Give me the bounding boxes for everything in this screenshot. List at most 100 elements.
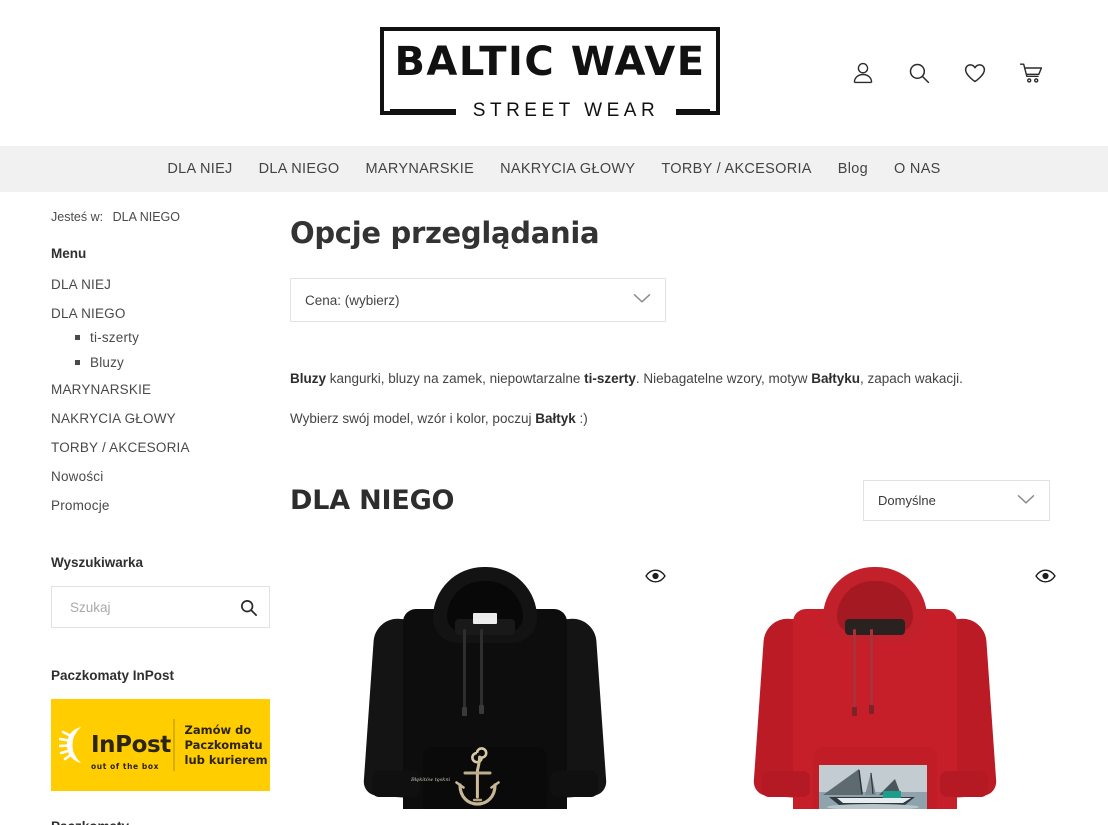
nav-item-torby-akcesoria[interactable]: TORBY / AKCESORIA: [648, 161, 824, 177]
main-content: Opcje przeglądania Cena: (wybierz) Bluzy…: [290, 192, 1108, 809]
cart-icon[interactable]: [1014, 56, 1048, 90]
product-grid: Błękitów tęskni: [290, 549, 1056, 809]
search-icon[interactable]: [902, 56, 936, 90]
nav-item-dla-niego[interactable]: DLA NIEGO: [246, 161, 353, 177]
quickview-eye-icon[interactable]: [1034, 565, 1056, 587]
desc1-part5: , zapach wakacji.: [860, 371, 963, 386]
desc1-part1: kangurki, bluzy na zamek, niepowtarzalne: [326, 371, 585, 386]
price-filter-select[interactable]: Cena: (wybierz): [290, 278, 666, 322]
desc2-part0: Wybierz swój model, wzór i kolor, poczuj: [290, 411, 536, 426]
search-icon: [240, 599, 257, 616]
site-header: BALTIC WAVE STREET WEAR: [0, 0, 1108, 146]
inpost-message-line1: Zamów do: [184, 722, 252, 737]
breadcrumb-current[interactable]: DLA NIEGO: [113, 210, 180, 224]
page-title: Opcje przeglądania: [290, 216, 600, 250]
search-submit-button[interactable]: [235, 594, 261, 620]
product-card[interactable]: [680, 549, 1070, 809]
sidebar-item-nakrycia-glowy[interactable]: NAKRYCIA GŁOWY: [51, 410, 290, 428]
price-filter-value: Cena: (wybierz): [305, 292, 400, 308]
inpost-wordmark: InPost: [91, 731, 171, 758]
nav-item-nakrycia-glowy[interactable]: NAKRYCIA GŁOWY: [487, 161, 648, 177]
inpost-widget: Paczkomaty InPost InPost out of the box …: [51, 668, 290, 825]
inpost-banner[interactable]: InPost out of the box Zamów do Paczkomat…: [51, 699, 270, 791]
desc1-part3: . Niebagatelne wzory, motyw: [635, 371, 812, 386]
hoodie-illustration: [752, 567, 998, 809]
sidebar-link-marynarskie[interactable]: MARYNARSKIE: [51, 382, 151, 397]
sidebar-item-nowosci[interactable]: Nowości: [51, 468, 290, 486]
anchor-script-text: Błękitów tęskni: [411, 777, 451, 783]
category-description-line1: Bluzy kangurki, bluzy na zamek, niepowta…: [290, 368, 1050, 390]
logo-rule-left: [390, 109, 456, 113]
header-icon-group: [846, 56, 1048, 90]
sidebar-link-dla-niej[interactable]: DLA NIEJ: [51, 277, 111, 292]
sidebar-sublink-bluzy[interactable]: Bluzy: [90, 355, 124, 370]
logo-tagline-row: STREET WEAR: [384, 100, 716, 122]
sidebar-item-torby-akcesoria[interactable]: TORBY / AKCESORIA: [51, 439, 290, 457]
sidebar-link-promocje[interactable]: Promocje: [51, 498, 110, 513]
sort-value: Domyślne: [878, 493, 936, 508]
bullet-square-icon: [75, 360, 80, 365]
inpost-message: Zamów do Paczkomatu lub kurierem: [175, 723, 271, 768]
search-widget: Wyszukiwarka: [51, 555, 290, 628]
desc2-part1: Bałtyk: [535, 411, 576, 426]
page-root: BALTIC WAVE STREET WEAR DLA NIEJ DLA NIE…: [0, 0, 1108, 825]
logo-rule-right: [676, 109, 710, 113]
sidebar-item-dla-niego[interactable]: DLA NIEGO ti-szerty Bluzy: [51, 305, 290, 370]
sidebar-item-promocje[interactable]: Promocje: [51, 497, 290, 515]
product-card[interactable]: Błękitów tęskni: [290, 549, 680, 809]
main-navigation: DLA NIEJ DLA NIEGO MARYNARSKIE NAKRYCIA …: [0, 146, 1108, 192]
hoodie-aglet-right: [869, 705, 874, 714]
sunburst-icon: [58, 725, 93, 765]
heart-icon[interactable]: [958, 56, 992, 90]
nav-item-o-nas[interactable]: O NAS: [881, 161, 954, 177]
hoodie-cuff-right: [550, 771, 598, 797]
account-icon[interactable]: [846, 56, 880, 90]
sidebar-sublink-ti-szerty[interactable]: ti-szerty: [90, 330, 139, 345]
sidebar-subitem-ti-szerty[interactable]: ti-szerty: [75, 330, 290, 345]
hoodie-drawstring-right: [480, 629, 483, 707]
nav-item-blog[interactable]: Blog: [825, 161, 881, 177]
hoodie-brand-label: [473, 613, 497, 624]
nav-item-marynarskie[interactable]: MARYNARSKIE: [352, 161, 487, 177]
category-description-line2: Wybierz swój model, wzór i kolor, poczuj…: [290, 408, 1050, 430]
hoodie-cuff-left: [762, 771, 810, 797]
hoodie-illustration: Błękitów tęskni: [362, 567, 608, 809]
search-box[interactable]: [51, 586, 270, 628]
search-widget-title: Wyszukiwarka: [51, 555, 144, 570]
sidebar-submenu: ti-szerty Bluzy: [51, 330, 290, 370]
desc1-part2: ti-szerty: [584, 371, 636, 386]
hoodie-aglet-left: [462, 707, 467, 716]
sidebar-link-nakrycia-glowy[interactable]: NAKRYCIA GŁOWY: [51, 411, 176, 426]
sort-select[interactable]: Domyślne: [863, 480, 1050, 521]
inpost-logo: InPost out of the box: [51, 699, 173, 791]
anchor-graphic-print: [447, 747, 511, 809]
sidebar-next-widget-title: Paczkomaty: [51, 819, 290, 825]
content-area: Jesteś w: DLA NIEGO Menu DLA NIEJ DLA NI…: [0, 192, 1108, 825]
desc1-part0: Bluzy: [290, 371, 327, 386]
sidebar: Jesteś w: DLA NIEGO Menu DLA NIEJ DLA NI…: [0, 192, 290, 825]
breadcrumb-label: Jesteś w:: [51, 210, 104, 224]
hoodie-drawstring-left: [853, 629, 856, 709]
sidebar-subitem-bluzy[interactable]: Bluzy: [75, 355, 290, 370]
product-image[interactable]: Błękitów tęskni: [290, 567, 680, 809]
product-image[interactable]: [680, 567, 1070, 809]
site-logo[interactable]: BALTIC WAVE STREET WEAR: [380, 27, 720, 122]
sidebar-item-marynarskie[interactable]: MARYNARSKIE: [51, 381, 290, 399]
sidebar-item-dla-niej[interactable]: DLA NIEJ: [51, 276, 290, 294]
sidebar-link-nowosci[interactable]: Nowości: [51, 469, 103, 484]
quickview-eye-icon[interactable]: [644, 565, 666, 587]
inpost-widget-title: Paczkomaty InPost: [51, 668, 175, 683]
nav-item-dla-niej[interactable]: DLA NIEJ: [154, 161, 245, 177]
category-title: DLA NIEGO: [290, 485, 455, 516]
breadcrumb: Jesteś w: DLA NIEGO: [51, 210, 290, 224]
bullet-square-icon: [75, 335, 80, 340]
desc2-part2: :): [575, 411, 588, 426]
inpost-tagline: out of the box: [91, 762, 160, 771]
sidebar-link-dla-niego[interactable]: DLA NIEGO: [51, 306, 126, 321]
sidebar-link-torby-akcesoria[interactable]: TORBY / AKCESORIA: [51, 440, 190, 455]
desc1-part4: Bałtyku: [811, 371, 861, 386]
hoodie-aglet-left: [852, 707, 857, 716]
inpost-message-line2: Paczkomatu: [184, 737, 263, 752]
logo-tagline: STREET WEAR: [456, 100, 676, 122]
logo-brand-name: BALTIC WAVE: [394, 39, 706, 85]
